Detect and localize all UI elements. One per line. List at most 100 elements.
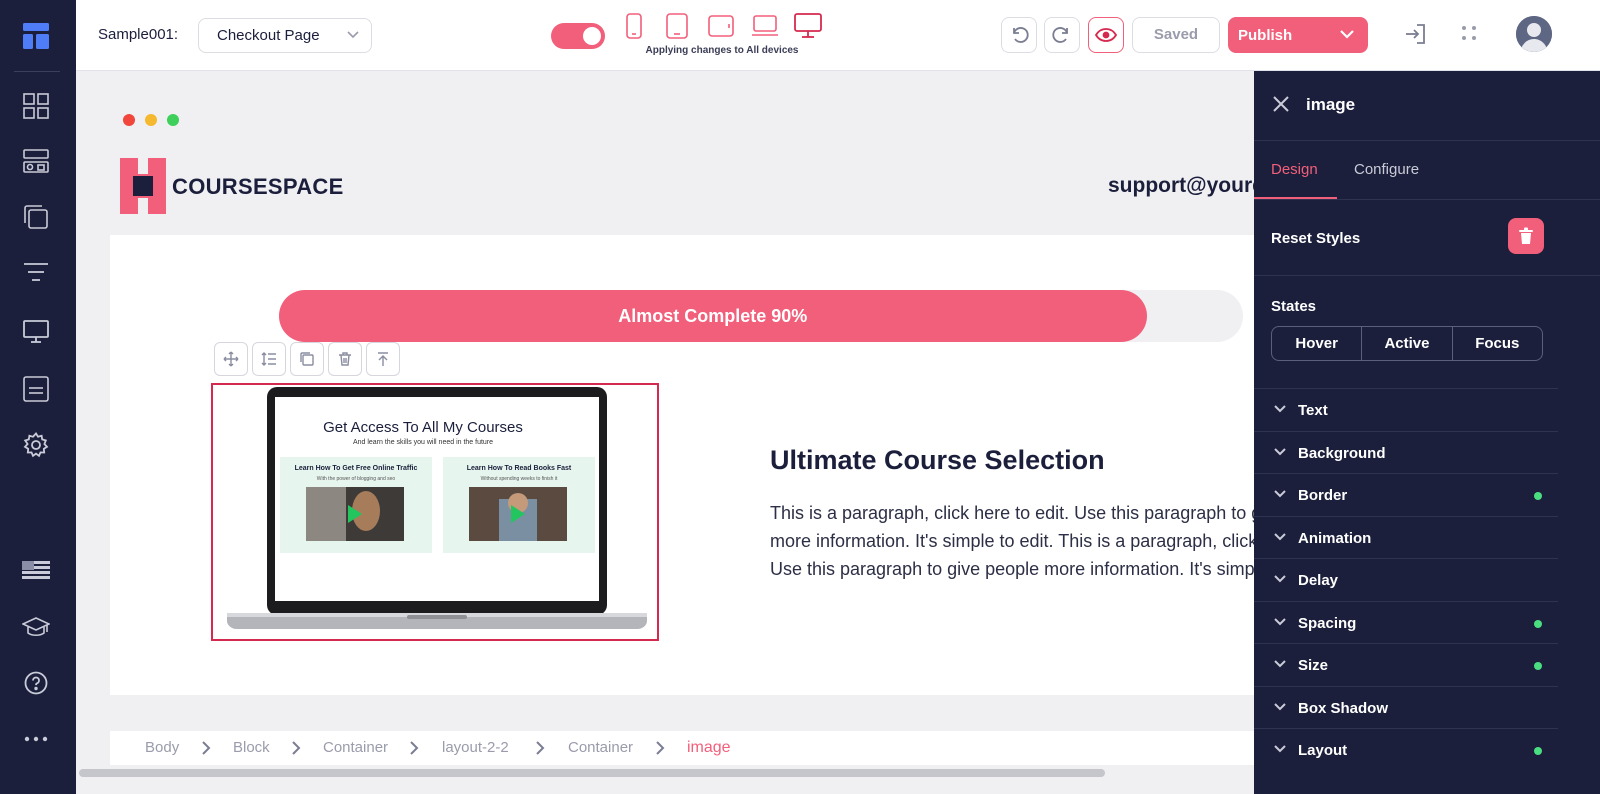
reset-styles-button[interactable]	[1508, 218, 1544, 254]
breadcrumb-item[interactable]: Block	[233, 739, 270, 756]
help-icon[interactable]	[18, 665, 54, 701]
section-spacing[interactable]: Spacing	[1254, 601, 1558, 643]
tablet-landscape-device-icon[interactable]	[706, 12, 736, 40]
modified-indicator	[1534, 620, 1542, 628]
progress-bar[interactable]: Almost Complete 90%	[279, 290, 1243, 342]
tab-configure[interactable]: Configure	[1354, 161, 1419, 178]
sidebar-divider	[14, 71, 60, 72]
paragraph-line[interactable]: more information. It's simple to edit. T…	[770, 531, 1254, 552]
saved-button[interactable]: Saved	[1132, 17, 1220, 53]
section-layout[interactable]: Layout	[1254, 728, 1558, 770]
settings-icon[interactable]	[18, 427, 54, 463]
section-label: Size	[1298, 657, 1329, 674]
trash-icon	[1519, 227, 1533, 244]
page-select[interactable]: Checkout Page	[198, 18, 372, 53]
move-icon	[223, 351, 239, 367]
state-focus-button[interactable]: Focus	[1453, 327, 1542, 360]
course-card-title: Learn How To Read Books Fast	[466, 465, 572, 472]
arrow-up-icon	[378, 352, 388, 366]
form-icon[interactable]	[18, 371, 54, 407]
courses-icon[interactable]	[18, 609, 54, 645]
chevron-down-icon	[1274, 405, 1286, 413]
close-icon[interactable]	[1272, 95, 1290, 113]
chevron-down-icon	[1340, 30, 1354, 39]
progress-fill: Almost Complete 90%	[279, 290, 1147, 342]
chevron-right-icon	[202, 741, 211, 755]
chevron-right-icon	[536, 741, 545, 755]
preview-button[interactable]	[1088, 17, 1124, 53]
section-label: Box Shadow	[1298, 700, 1389, 717]
undo-icon	[1013, 27, 1029, 43]
logo-icon[interactable]	[18, 18, 54, 54]
support-email[interactable]: support@yourdomain.com	[1108, 174, 1254, 198]
chevron-down-icon	[1274, 745, 1286, 753]
states-label: States	[1271, 298, 1317, 315]
section-text[interactable]: Text	[1254, 388, 1558, 430]
breadcrumb-item[interactable]: layout-2-2	[442, 739, 509, 756]
modified-indicator	[1534, 747, 1542, 755]
publish-button[interactable]: Publish	[1228, 17, 1368, 53]
laptop-device-icon[interactable]	[750, 12, 780, 40]
mobile-device-icon[interactable]	[619, 12, 649, 40]
mockup-subtitle: And learn the skills you will need in th…	[352, 439, 494, 446]
tablet-device-icon[interactable]	[662, 12, 692, 40]
filter-icon[interactable]	[18, 254, 54, 290]
duplicate-icon	[300, 352, 314, 366]
site-header[interactable]: COURSESPACE support@yourdomain.com	[110, 135, 1254, 235]
all-devices-toggle[interactable]	[551, 23, 605, 49]
undo-button[interactable]	[1001, 17, 1037, 53]
panel-divider	[1254, 199, 1600, 200]
reorder-button[interactable]	[252, 342, 286, 376]
coursespace-logo-icon	[120, 158, 166, 214]
state-active-button[interactable]: Active	[1362, 327, 1453, 360]
section-heading[interactable]: Ultimate Course Selection	[770, 445, 1105, 476]
course-card-subtitle: With the power of blogging and seo	[316, 476, 396, 482]
selected-image-element[interactable]: Get Access To All My Courses And learn t…	[211, 383, 659, 641]
more-icon[interactable]	[18, 721, 54, 757]
breadcrumb-item[interactable]: Container	[323, 739, 388, 756]
editor-canvas: COURSESPACE support@yourdomain.com Almos…	[76, 71, 1254, 794]
blocks-icon[interactable]	[18, 88, 54, 124]
breadcrumb-item-current[interactable]: image	[687, 739, 731, 757]
chevron-down-icon	[347, 31, 359, 39]
paragraph-line[interactable]: This is a paragraph, click here to edit.…	[770, 503, 1254, 524]
language-flag-icon[interactable]	[18, 552, 54, 588]
exit-icon[interactable]	[1404, 22, 1428, 51]
user-avatar[interactable]	[1516, 16, 1552, 52]
desktop-icon[interactable]	[18, 314, 54, 350]
applying-changes-note: Applying changes to All devices	[645, 45, 799, 56]
state-hover-button[interactable]: Hover	[1272, 327, 1363, 360]
trash-icon	[339, 352, 351, 366]
section-box-shadow[interactable]: Box Shadow	[1254, 686, 1558, 728]
delete-button[interactable]	[328, 342, 362, 376]
section-background[interactable]: Background	[1254, 431, 1558, 473]
horizontal-scrollbar[interactable]	[79, 769, 1105, 777]
paragraph-line[interactable]: Use this paragraph to give people more i…	[770, 559, 1254, 580]
chevron-down-icon	[1274, 703, 1286, 711]
move-button[interactable]	[214, 342, 248, 376]
section-delay[interactable]: Delay	[1254, 558, 1558, 600]
section-size[interactable]: Size	[1254, 643, 1558, 685]
grip-icon[interactable]	[1460, 24, 1478, 47]
desktop-device-icon[interactable]	[793, 12, 823, 40]
redo-button[interactable]	[1044, 17, 1080, 53]
section-label: Spacing	[1298, 615, 1357, 632]
breadcrumb-item[interactable]: Container	[568, 739, 633, 756]
duplicate-button[interactable]	[290, 342, 324, 376]
pages-icon[interactable]	[18, 199, 54, 235]
select-parent-button[interactable]	[366, 342, 400, 376]
redo-icon	[1052, 27, 1068, 43]
chevron-right-icon	[410, 741, 419, 755]
window-maximize-dot	[167, 114, 179, 126]
chevron-right-icon	[292, 741, 301, 755]
chevron-right-icon	[656, 741, 665, 755]
sections-icon[interactable]	[18, 143, 54, 179]
top-toolbar: Sample001: Checkout Page Applying change…	[76, 0, 1600, 71]
tab-design[interactable]: Design	[1271, 161, 1318, 178]
preview-frame: COURSESPACE support@yourdomain.com Almos…	[110, 105, 1254, 695]
section-border[interactable]: Border	[1254, 473, 1558, 515]
course-card-title: Learn How To Get Free Online Traffic	[294, 465, 418, 472]
reorder-icon	[261, 352, 276, 366]
section-animation[interactable]: Animation	[1254, 516, 1558, 558]
breadcrumb-item[interactable]: Body	[145, 739, 179, 756]
